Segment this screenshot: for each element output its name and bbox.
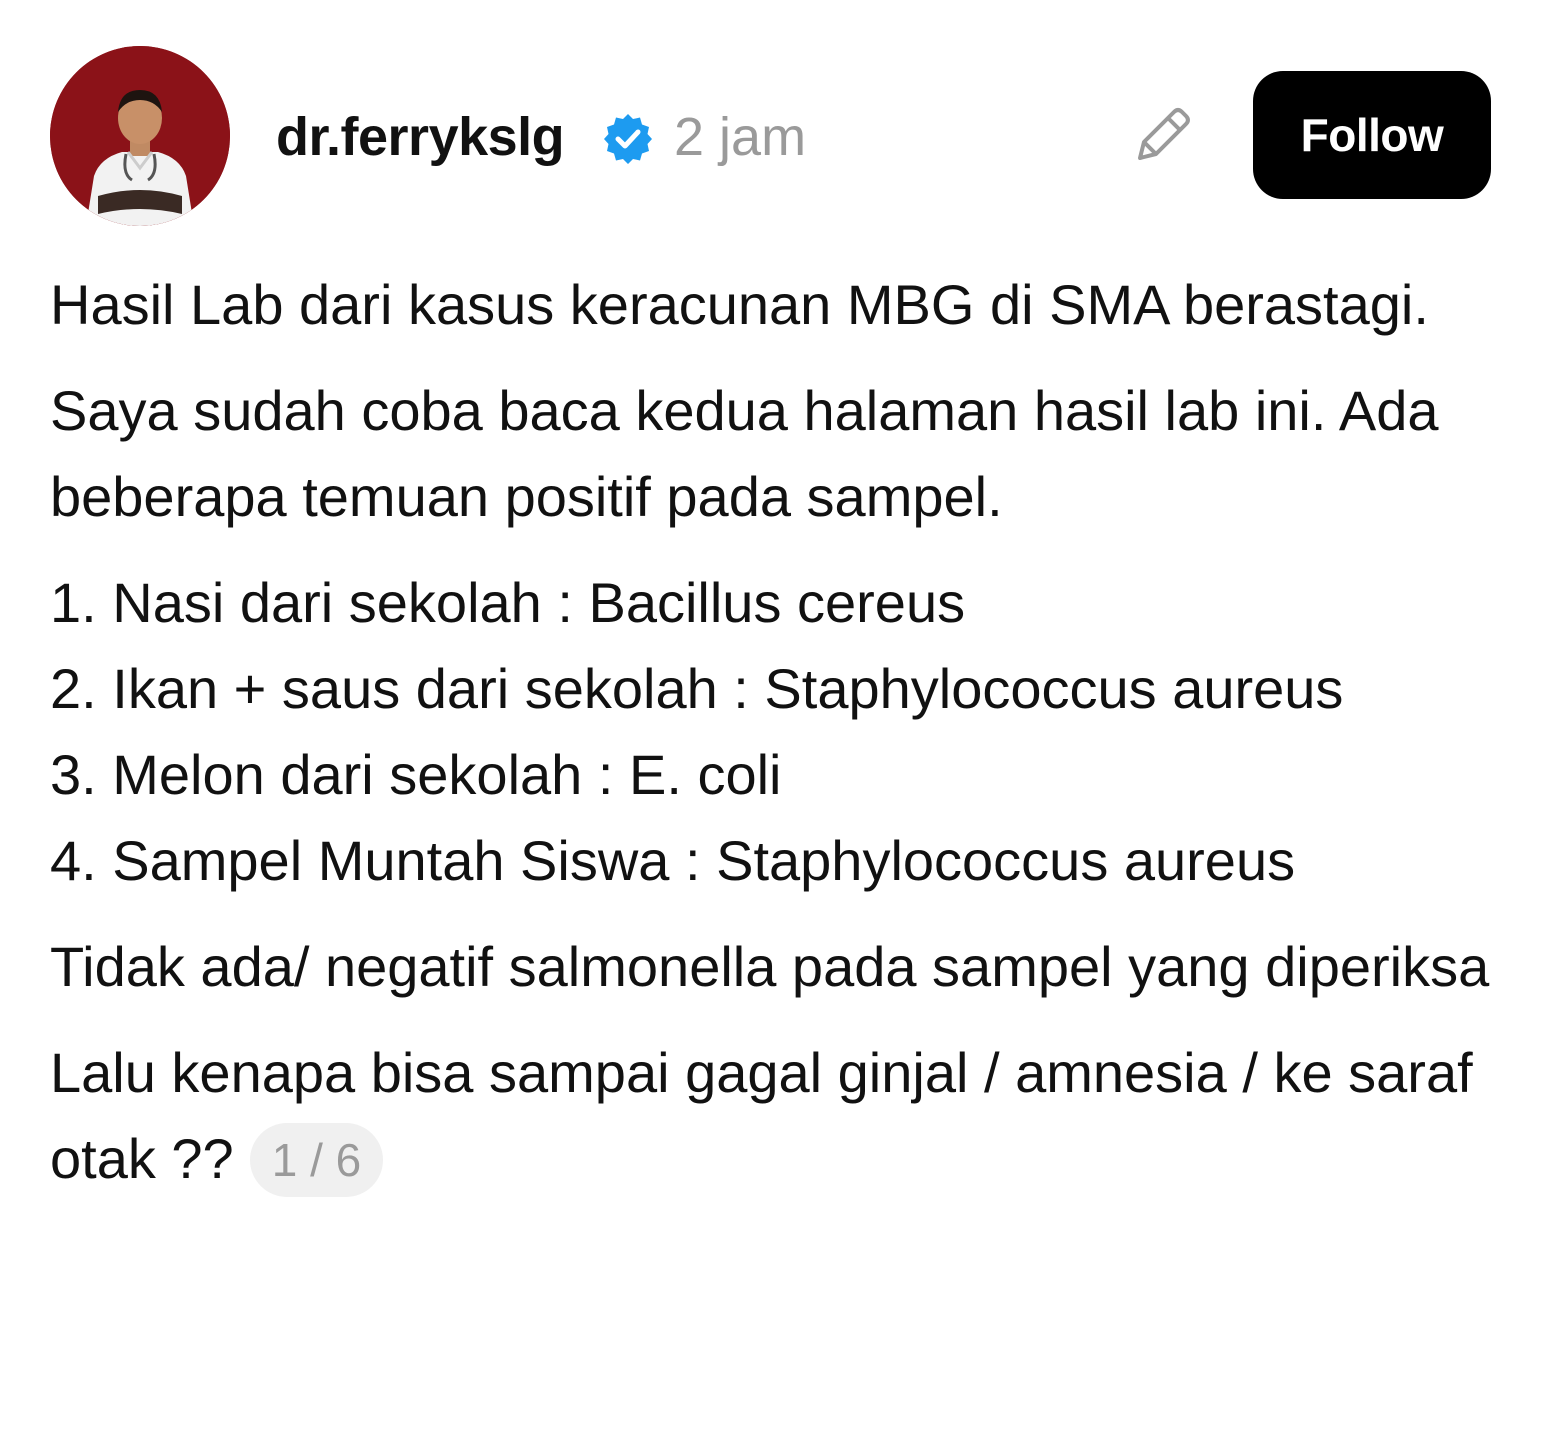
pencil-icon[interactable]: [1128, 98, 1200, 170]
post-paragraph: Tidak ada/ negatif salmonella pada sampe…: [50, 935, 1490, 998]
verified-badge-icon: [600, 111, 656, 167]
avatar-photo: [50, 46, 230, 226]
list-item: 2. Ikan + saus dari sekolah : Staphyloco…: [50, 657, 1344, 720]
post-body: Hasil Lab dari kasus keracunan MBG di SM…: [50, 262, 1510, 1222]
follow-button[interactable]: Follow: [1253, 71, 1491, 199]
post-paragraph: Saya sudah coba baca kedua halaman hasil…: [50, 379, 1439, 528]
list-item: 4. Sampel Muntah Siswa : Staphylococcus …: [50, 829, 1296, 892]
username[interactable]: dr.ferrykslg: [276, 104, 565, 170]
avatar[interactable]: [50, 46, 230, 226]
post-last-paragraph: Lalu kenapa bisa sampai gagal ginjal / a…: [50, 1030, 1510, 1202]
list-item: 3. Melon dari sekolah : E. coli: [50, 743, 782, 806]
post-time: 2 jam: [674, 107, 807, 167]
post-paragraph: Hasil Lab dari kasus keracunan MBG di SM…: [50, 273, 1429, 336]
list-item: 1. Nasi dari sekolah : Bacillus cereus: [50, 571, 966, 634]
post-header: dr.ferrykslg 2 jam Follow: [0, 0, 1556, 240]
findings-list: 1. Nasi dari sekolah : Bacillus cereus 2…: [50, 560, 1510, 904]
thread-post: dr.ferrykslg 2 jam Follow Hasil Lab dari…: [0, 0, 1556, 1444]
page-counter: 1 / 6: [249, 1123, 384, 1197]
